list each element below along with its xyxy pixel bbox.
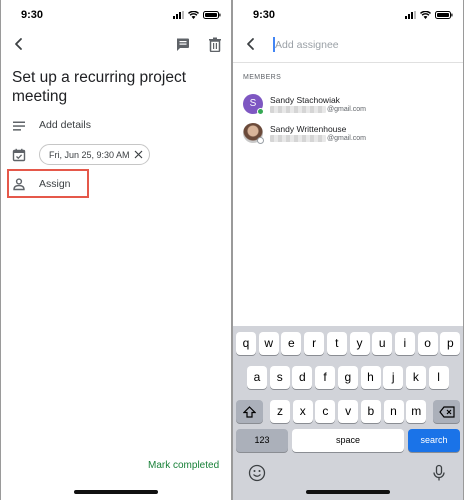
- member-row[interactable]: Sandy Writtenhouse @gmail.com: [233, 121, 463, 149]
- key-j[interactable]: j: [383, 366, 404, 389]
- status-icons: [405, 11, 453, 19]
- clear-date-icon[interactable]: [134, 150, 143, 159]
- key-v[interactable]: v: [338, 400, 359, 423]
- key-a[interactable]: a: [247, 366, 267, 389]
- backspace-icon: [438, 406, 455, 418]
- key-o[interactable]: o: [417, 332, 438, 355]
- key-l[interactable]: l: [428, 366, 449, 389]
- backspace-key[interactable]: [433, 400, 460, 423]
- task-detail-screen: 9:30 Set up a recurring project meeting …: [1, 0, 231, 500]
- key-q[interactable]: q: [236, 332, 256, 355]
- battery-icon: [435, 11, 453, 19]
- key-c[interactable]: c: [315, 400, 336, 423]
- key-e[interactable]: e: [281, 332, 302, 355]
- key-m[interactable]: m: [406, 400, 427, 423]
- key-k[interactable]: k: [405, 366, 426, 389]
- add-assignee-input[interactable]: [275, 36, 445, 54]
- members-heading: MEMBERS: [243, 74, 282, 81]
- key-y[interactable]: y: [349, 332, 370, 355]
- key-i[interactable]: i: [394, 332, 415, 355]
- battery-icon: [203, 11, 221, 19]
- status-icons: [173, 11, 221, 19]
- numbers-key[interactable]: 123: [236, 429, 288, 452]
- calendar-check-icon: [12, 148, 26, 162]
- back-arrow-icon[interactable]: [11, 36, 27, 52]
- key-w[interactable]: w: [258, 332, 279, 355]
- member-row[interactable]: S Sandy Stachowiak @gmail.com: [233, 92, 463, 120]
- key-p[interactable]: p: [440, 332, 461, 355]
- date-chip-label: Fri, Jun 25, 9:30 AM: [49, 149, 130, 160]
- task-title[interactable]: Set up a recurring project meeting: [12, 68, 222, 106]
- redacted-email-blur: [270, 135, 326, 142]
- member-name: Sandy Writtenhouse: [270, 124, 347, 134]
- mark-completed-button[interactable]: Mark completed: [148, 460, 219, 471]
- member-email: @gmail.com: [270, 135, 366, 142]
- add-details-field[interactable]: Add details: [39, 119, 91, 131]
- move-to-list-icon[interactable]: [175, 37, 190, 52]
- key-x[interactable]: x: [292, 400, 313, 423]
- email-suffix: @gmail.com: [327, 106, 367, 113]
- back-arrow-icon[interactable]: [243, 36, 259, 52]
- online-status-dot: [257, 108, 264, 115]
- key-z[interactable]: z: [270, 400, 290, 423]
- shift-key[interactable]: [236, 400, 263, 423]
- details-lines-icon: [13, 121, 25, 131]
- offline-status-dot: [257, 137, 264, 144]
- trash-icon[interactable]: [208, 37, 222, 52]
- home-indicator[interactable]: [74, 490, 158, 494]
- key-r[interactable]: r: [304, 332, 325, 355]
- key-n[interactable]: n: [383, 400, 404, 423]
- search-key[interactable]: search: [408, 429, 460, 452]
- wifi-icon: [188, 11, 199, 19]
- add-assignee-screen: 9:30 MEMBERS S Sandy Stachowiak @gmail.c…: [233, 0, 463, 500]
- person-icon: [13, 178, 25, 191]
- key-s[interactable]: s: [269, 366, 290, 389]
- member-email: @gmail.com: [270, 106, 366, 113]
- signal-icon: [405, 11, 416, 19]
- key-h[interactable]: h: [360, 366, 381, 389]
- status-bar: 9:30: [1, 9, 231, 23]
- status-bar: 9:30: [233, 9, 463, 23]
- key-b[interactable]: b: [360, 400, 381, 423]
- status-time: 9:30: [253, 9, 276, 21]
- key-u[interactable]: u: [372, 332, 393, 355]
- home-indicator[interactable]: [306, 490, 390, 494]
- date-time-chip[interactable]: Fri, Jun 25, 9:30 AM: [39, 144, 150, 165]
- wifi-icon: [420, 11, 431, 19]
- space-key[interactable]: space: [292, 429, 404, 452]
- assign-button[interactable]: Assign: [39, 178, 71, 190]
- status-time: 9:30: [21, 9, 44, 21]
- emoji-icon[interactable]: [248, 464, 266, 482]
- on-screen-keyboard: qwertyuiop asdfghjkl zxcvbnm 123 space s…: [233, 326, 463, 500]
- email-suffix: @gmail.com: [327, 135, 367, 142]
- key-f[interactable]: f: [315, 366, 336, 389]
- key-d[interactable]: d: [292, 366, 313, 389]
- search-divider: [233, 62, 463, 63]
- signal-icon: [173, 11, 184, 19]
- microphone-icon[interactable]: [430, 464, 448, 482]
- member-name: Sandy Stachowiak: [270, 95, 340, 105]
- shift-icon: [242, 406, 257, 418]
- key-t[interactable]: t: [326, 332, 347, 355]
- redacted-email-blur: [270, 106, 326, 113]
- key-g[interactable]: g: [337, 366, 358, 389]
